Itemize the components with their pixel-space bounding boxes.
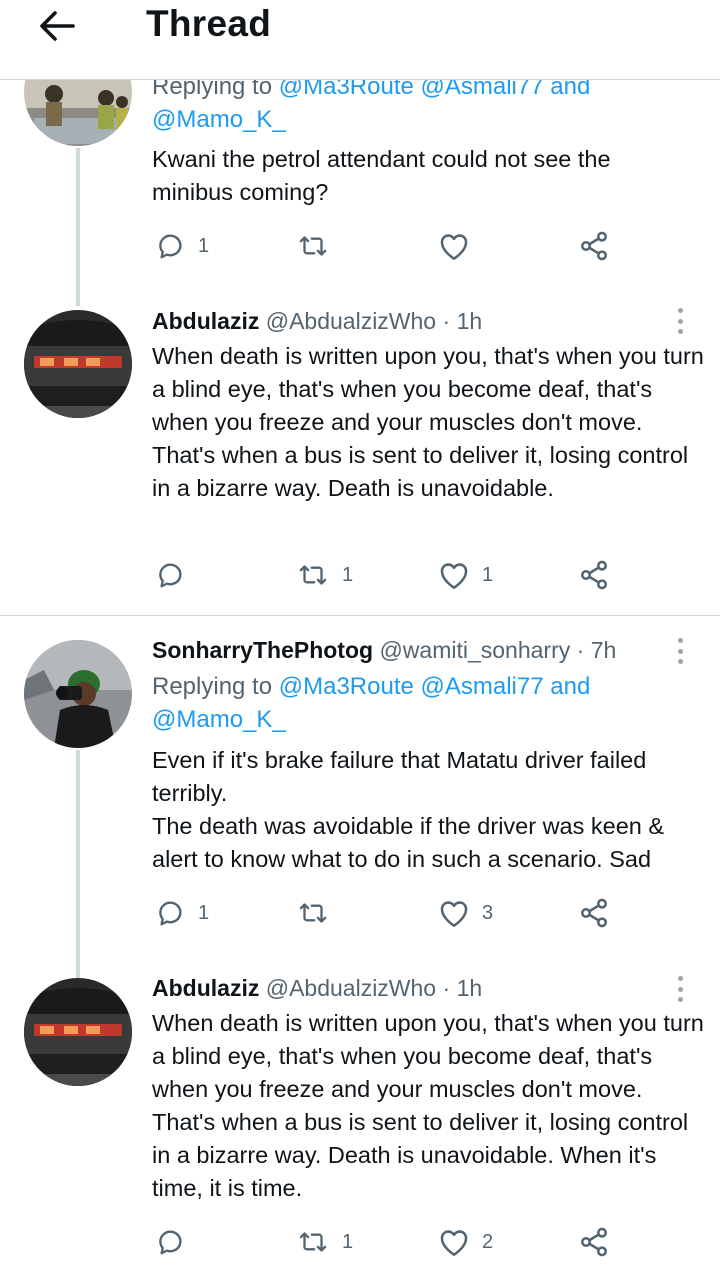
reply-button[interactable] [156,1222,198,1262]
share-button[interactable] [578,555,610,595]
more-dot-icon [677,659,683,664]
tweet-text: When death is written upon you, that's w… [152,343,704,501]
retweet-button[interactable] [296,893,342,933]
tweet-text: Kwani the petrol attendant could not see… [152,146,611,205]
reply-button[interactable]: 1 [156,893,209,933]
more-options-button[interactable] [672,636,688,666]
timestamp[interactable]: 1h [457,308,483,334]
share-icon [581,898,607,928]
more-dot-icon [677,318,683,324]
share-icon [581,1227,607,1257]
retweet-count: 1 [342,1230,354,1253]
tweet-meta: Abdulaziz @AbdualzizWho · 1h [152,308,483,334]
mention-link[interactable]: @Ma3Route [279,673,414,700]
avatar[interactable] [24,640,132,748]
tweet-actions: 1 [152,226,622,266]
more-dot-icon [677,997,683,1002]
more-dot-icon [677,648,683,654]
avatar[interactable] [24,310,132,418]
mention-link[interactable]: @Mamo_K_ [152,106,286,133]
like-button[interactable]: 2 [438,1222,493,1262]
tweet-divider [0,615,720,616]
heart-icon [440,901,468,927]
retweet-icon [299,903,327,923]
retweet-button[interactable] [296,226,342,266]
retweet-button[interactable]: 1 [296,1222,353,1262]
tweet-text: When death is written upon you, that's w… [152,1010,704,1201]
tweet-text: Even if it's brake failure that Matatu d… [152,747,665,872]
top-app-bar: Thread [0,0,720,80]
user-handle[interactable]: @AbdualzizWho [266,308,436,334]
more-options-button[interactable] [672,974,688,1004]
share-button[interactable] [578,893,610,933]
timestamp[interactable]: 7h [591,637,617,663]
reply-button[interactable] [156,555,198,595]
heart-icon [440,563,468,589]
heart-icon [440,234,468,260]
like-button[interactable] [438,226,482,266]
share-icon [581,231,607,261]
heart-icon [440,1230,468,1256]
tweet-meta: Abdulaziz @AbdualzizWho · 1h [152,975,483,1001]
share-icon [581,560,607,590]
more-dot-icon [677,638,683,643]
more-dot-icon [677,986,683,992]
display-name[interactable]: SonharryThePhotog [152,637,373,663]
user-handle[interactable]: @wamiti_sonharry [379,637,570,663]
avatar[interactable] [24,978,132,1086]
share-button[interactable] [578,1222,610,1262]
reply-button[interactable]: 1 [156,226,209,266]
retweet-icon [299,1232,327,1252]
timestamp[interactable]: 1h [457,975,483,1001]
more-dot-icon [677,329,683,334]
reply-icon [159,234,182,259]
tweet-actions: 1 1 [152,555,622,595]
like-count: 3 [482,901,494,924]
replying-to: Replying to @Ma3Route @Asmali77 and @Mamo… [152,673,591,733]
page-title: Thread [146,3,272,44]
reply-icon [159,563,182,588]
mention-link[interactable]: @Mamo_K_ [152,706,286,733]
more-dot-icon [677,308,683,313]
share-button[interactable] [578,226,610,266]
reply-icon [159,901,182,926]
tweet-actions: 1 2 [152,1222,622,1262]
reply-icon [159,1230,182,1255]
retweet-button[interactable]: 1 [296,555,353,595]
thread-connector-line [76,148,80,306]
like-count: 2 [482,1230,494,1253]
thread-connector-line [76,750,80,978]
retweet-count: 1 [342,563,354,586]
arrow-left-icon [40,11,75,41]
retweet-icon [299,236,327,256]
user-handle[interactable]: @AbdualzizWho [266,975,436,1001]
more-options-button[interactable] [672,306,688,336]
tweet-actions: 1 3 [152,893,622,933]
display-name[interactable]: Abdulaziz [152,975,259,1001]
like-button[interactable]: 1 [438,555,493,595]
mention-link[interactable]: @Asmali77 [421,673,544,700]
thread-feed: Replying to @Ma3Route @Asmali77 and @Mamo… [0,0,720,1271]
more-dot-icon [677,976,683,981]
retweet-icon [299,565,327,585]
like-count: 1 [482,563,494,586]
back-button[interactable] [34,6,80,46]
like-button[interactable]: 3 [438,893,493,933]
display-name[interactable]: Abdulaziz [152,308,259,334]
reply-count: 1 [198,901,210,924]
reply-count: 1 [198,234,210,257]
mention-and[interactable]: and [550,673,590,700]
tweet-meta: SonharryThePhotog @wamiti_sonharry · 7h [152,637,617,663]
